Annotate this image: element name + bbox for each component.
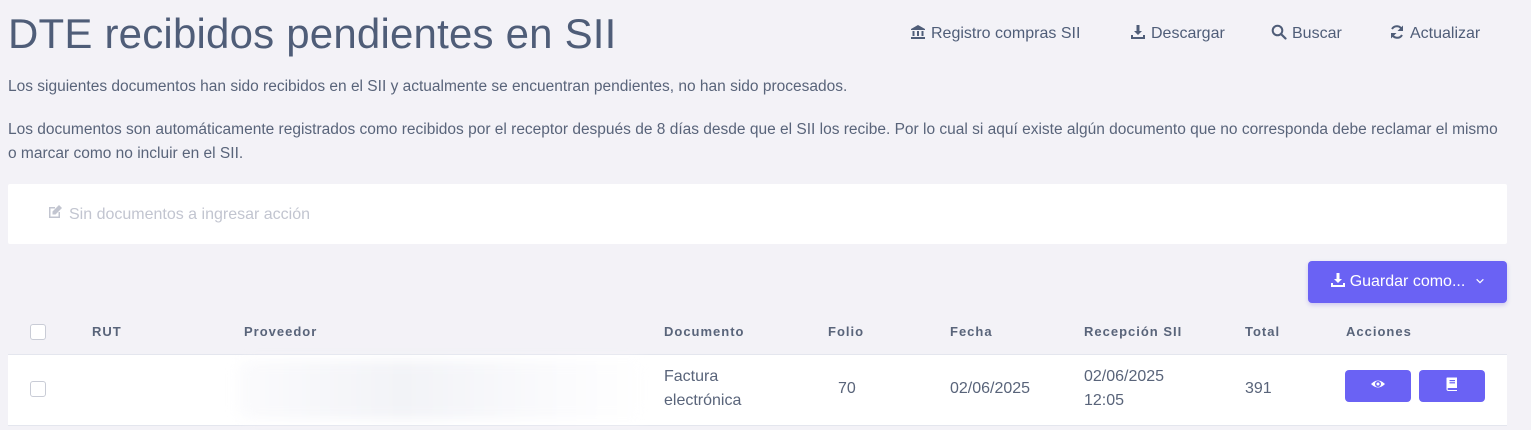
refresh-icon xyxy=(1389,24,1405,45)
registro-compras-label: Registro compras SII xyxy=(931,25,1081,42)
actualizar-button[interactable]: Actualizar xyxy=(1389,22,1480,46)
buscar-button[interactable]: Buscar xyxy=(1271,22,1342,46)
recepcion-date: 02/06/2025 xyxy=(1084,368,1165,385)
column-header-acciones: Acciones xyxy=(1346,324,1412,339)
action-panel: Sin documentos a ingresar acción xyxy=(8,184,1507,244)
column-header-total[interactable]: Total xyxy=(1245,324,1280,339)
action-status: Sin documentos a ingresar acción xyxy=(47,204,310,225)
rut-cell xyxy=(92,377,202,397)
table-row[interactable]: Factura electrónica 70 02/06/2025 02/06/… xyxy=(8,354,1507,426)
select-all-checkbox[interactable] xyxy=(30,324,46,340)
book-icon xyxy=(1444,376,1460,397)
total-cell: 391 xyxy=(1245,380,1272,397)
description-text-2: Los documentos son automáticamente regis… xyxy=(8,121,1498,162)
description-text: Los siguientes documentos han sido recib… xyxy=(8,78,848,95)
descargar-label: Descargar xyxy=(1151,25,1225,42)
column-header-proveedor[interactable]: Proveedor xyxy=(244,324,317,339)
table-header: RUT Proveedor Documento Folio Fecha Rece… xyxy=(0,318,1531,346)
chevron-down-icon xyxy=(1475,276,1485,289)
save-as-label: Guardar como... xyxy=(1349,273,1466,290)
descargar-button[interactable]: Descargar xyxy=(1130,22,1225,46)
column-header-folio[interactable]: Folio xyxy=(828,324,864,339)
column-header-rut[interactable]: RUT xyxy=(92,324,122,339)
documento-line-2: electrónica xyxy=(664,392,742,409)
folio-cell: 70 xyxy=(838,380,856,397)
bank-icon xyxy=(910,24,926,45)
column-header-fecha[interactable]: Fecha xyxy=(950,324,993,339)
download-icon xyxy=(1130,24,1146,45)
download-icon xyxy=(1330,272,1346,293)
recepcion-time: 12:05 xyxy=(1084,392,1125,409)
column-header-documento[interactable]: Documento xyxy=(664,324,745,339)
row-checkbox[interactable] xyxy=(30,381,46,397)
action-status-label: Sin documentos a ingresar acción xyxy=(69,205,311,223)
save-as-button[interactable]: Guardar como... xyxy=(1308,261,1507,303)
buscar-label: Buscar xyxy=(1292,25,1342,42)
actualizar-label: Actualizar xyxy=(1410,25,1481,42)
edit-icon xyxy=(47,204,63,225)
proveedor-cell xyxy=(238,361,648,419)
view-button[interactable] xyxy=(1345,370,1411,402)
toolbar: Registro compras SII Descargar Buscar Ac… xyxy=(0,22,1531,46)
book-button[interactable] xyxy=(1419,370,1485,402)
search-icon xyxy=(1271,24,1287,45)
fecha-cell: 02/06/2025 xyxy=(950,380,1031,397)
documento-line-1: Factura xyxy=(664,368,719,385)
recepcion-cell: 02/06/2025 12:05 xyxy=(1084,365,1164,413)
view-icon xyxy=(1370,376,1386,397)
column-header-recepcion[interactable]: Recepción SII xyxy=(1084,324,1182,339)
documento-cell: Factura electrónica xyxy=(664,365,741,413)
registro-compras-button[interactable]: Registro compras SII xyxy=(910,22,1080,46)
